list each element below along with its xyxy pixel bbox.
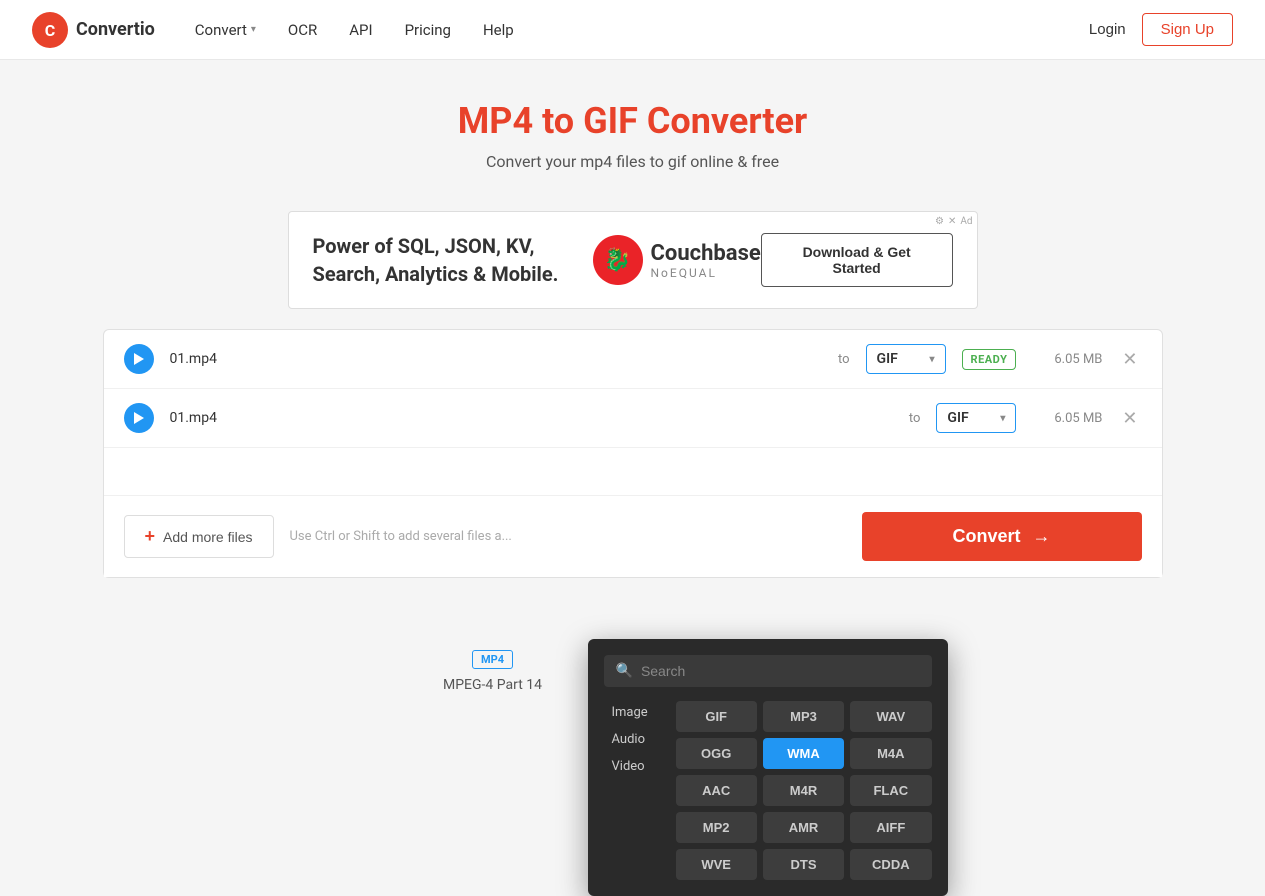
nav-api[interactable]: API	[349, 21, 372, 39]
nav-pricing[interactable]: Pricing	[405, 21, 451, 39]
close-button-2[interactable]: ✕	[1118, 404, 1141, 433]
info-card-title-mp4: MPEG-4 Part 14	[393, 677, 593, 693]
page-title: MP4 to GIF Converter	[20, 100, 1245, 142]
chevron-down-icon: ▾	[930, 354, 935, 365]
format-btn-mp2[interactable]: MP2	[676, 812, 757, 843]
format-btn-cdda[interactable]: CDDA	[850, 849, 931, 880]
file-row: 01.mp4 to GIF ▾ READY 6.05 MB ✕	[104, 330, 1162, 389]
svg-text:C: C	[45, 21, 55, 40]
search-input[interactable]	[641, 663, 920, 679]
format-btn-wma[interactable]: WMA	[763, 738, 844, 769]
logo-text: Convertio	[76, 19, 155, 40]
empty-row	[104, 448, 1162, 496]
login-button[interactable]: Login	[1089, 21, 1126, 38]
navbar: C Convertio Convert ▾ OCR API Pricing He…	[0, 0, 1265, 60]
hint-text: Use Ctrl or Shift to add several files a…	[290, 529, 846, 544]
format-btn-m4r[interactable]: M4R	[763, 775, 844, 806]
file-name-2: 01.mp4	[170, 410, 893, 426]
info-card-mp4: MP4 MPEG-4 Part 14	[393, 648, 593, 693]
play-button-1[interactable]	[124, 344, 154, 374]
convert-button[interactable]: Convert →	[862, 512, 1142, 561]
format-btn-flac[interactable]: FLAC	[850, 775, 931, 806]
brand-icon: 🐉	[593, 235, 643, 285]
format-badge-mp4: MP4	[472, 650, 513, 669]
add-files-button[interactable]: + Add more files	[124, 515, 274, 558]
category-audio[interactable]: Audio	[604, 728, 664, 751]
nav-links: Convert ▾ OCR API Pricing Help	[195, 21, 1089, 39]
file-row: 01.mp4 to GIF ▾ 6.05 MB ✕	[104, 389, 1162, 448]
navbar-actions: Login Sign Up	[1089, 13, 1233, 46]
format-grid: GIFMP3WAV OGGWMAM4A AACM4RFLAC MP2AMRAIFF WV…	[676, 701, 932, 880]
arrow-right-icon: →	[1033, 526, 1051, 547]
hero-section: MP4 to GIF Converter Convert your mp4 fi…	[0, 60, 1265, 191]
ad-brand: 🐉 Couchbase NoEQUAL	[593, 235, 761, 285]
logo[interactable]: C Convertio	[32, 12, 155, 48]
dropdown-body: Image Audio Video GIFMP3WAVOGGWMAM4AAACM…	[604, 701, 932, 880]
nav-help[interactable]: Help	[483, 21, 514, 39]
to-label-2: to	[909, 411, 921, 426]
converter-area: 01.mp4 to GIF ▾ READY 6.05 MB ✕ 01.mp4 t…	[83, 329, 1183, 618]
category-video[interactable]: Video	[604, 755, 664, 778]
category-list: Image Audio Video	[604, 701, 664, 880]
format-btn-dts[interactable]: DTS	[763, 849, 844, 880]
format-selector-2[interactable]: GIF ▾	[936, 403, 1016, 433]
format-btn-ogg[interactable]: OGG	[676, 738, 757, 769]
search-icon: 🔍	[616, 663, 633, 679]
ready-badge-1: READY	[962, 349, 1017, 370]
format-btn-aac[interactable]: AAC	[676, 775, 757, 806]
brand-logo: 🐉 Couchbase NoEQUAL	[593, 235, 761, 285]
format-btn-amr[interactable]: AMR	[763, 812, 844, 843]
close-button-1[interactable]: ✕	[1118, 345, 1141, 374]
hero-subtitle: Convert your mp4 files to gif online & f…	[20, 152, 1245, 171]
nav-convert[interactable]: Convert ▾	[195, 21, 256, 39]
play-button-2[interactable]	[124, 403, 154, 433]
search-container: 🔍	[604, 655, 932, 687]
format-selector-1[interactable]: GIF ▾	[866, 344, 946, 374]
ad-cta-button[interactable]: Download & Get Started	[761, 233, 953, 287]
ad-text: Power of SQL, JSON, KV, Search, Analytic…	[313, 232, 593, 288]
converter-box: 01.mp4 to GIF ▾ READY 6.05 MB ✕ 01.mp4 t…	[103, 329, 1163, 578]
ad-banner: ⚙ ✕ Ad Power of SQL, JSON, KV, Search, A…	[288, 211, 978, 309]
brand-text: Couchbase NoEQUAL	[651, 241, 761, 280]
format-btn-wve[interactable]: WVE	[676, 849, 757, 880]
file-size-2: 6.05 MB	[1032, 411, 1102, 426]
nav-ocr[interactable]: OCR	[288, 21, 317, 39]
bottom-bar: + Add more files Use Ctrl or Shift to ad…	[104, 496, 1162, 577]
to-label-1: to	[838, 352, 850, 367]
category-image[interactable]: Image	[604, 701, 664, 724]
format-dropdown: 🔍 Image Audio Video GIFMP3WAV OGGWMAM4A AA…	[588, 639, 948, 896]
format-btn-m4a[interactable]: M4A	[850, 738, 931, 769]
format-btn-aiff[interactable]: AIFF	[850, 812, 931, 843]
format-btn-gif[interactable]: GIF	[676, 701, 757, 732]
file-name-1: 01.mp4	[170, 351, 823, 367]
logo-icon: C	[32, 12, 68, 48]
format-btn-mp3[interactable]: MP3	[763, 701, 844, 732]
chevron-down-icon: ▾	[251, 24, 256, 35]
signup-button[interactable]: Sign Up	[1142, 13, 1233, 46]
ad-badge: ⚙ ✕ Ad	[935, 216, 973, 227]
chevron-down-icon: ▾	[1000, 413, 1005, 424]
plus-icon: +	[145, 526, 156, 547]
format-btn-wav[interactable]: WAV	[850, 701, 931, 732]
file-size-1: 6.05 MB	[1032, 352, 1102, 367]
